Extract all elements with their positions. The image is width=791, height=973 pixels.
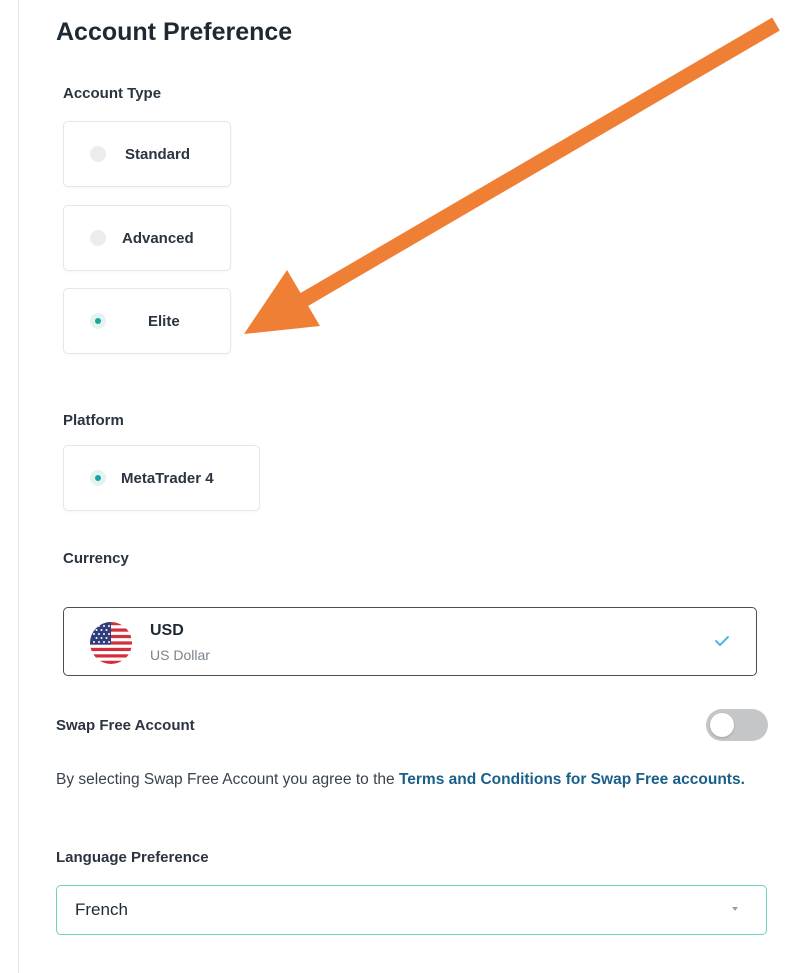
chevron-down-icon: [732, 907, 738, 911]
currency-label: Currency: [63, 550, 129, 567]
language-select[interactable]: French: [56, 885, 767, 935]
toggle-knob: [710, 713, 734, 737]
option-label: Standard: [125, 145, 191, 163]
page-title: Account Preference: [56, 18, 293, 46]
option-label: Elite: [148, 312, 180, 330]
account-type-option-advanced[interactable]: Advanced: [63, 205, 231, 271]
left-divider: [18, 0, 19, 973]
radio-metatrader4[interactable]: [90, 470, 106, 486]
account-type-option-standard[interactable]: Standard: [63, 121, 231, 187]
language-preference-label: Language Preference: [56, 849, 209, 866]
swap-free-toggle[interactable]: [706, 709, 768, 741]
check-icon: [715, 636, 729, 646]
swap-free-label: Swap Free Account: [56, 717, 195, 734]
swap-free-disclaimer: By selecting Swap Free Account you agree…: [56, 769, 776, 790]
disclaimer-text: By selecting Swap Free Account you agree…: [56, 771, 399, 788]
us-flag-icon: [90, 622, 132, 664]
language-value: French: [75, 900, 128, 919]
option-label: MetaTrader 4: [121, 469, 214, 487]
radio-standard[interactable]: [90, 146, 106, 162]
option-label: Advanced: [122, 229, 194, 247]
terms-link[interactable]: Terms and Conditions for Swap Free accou…: [399, 771, 745, 788]
radio-advanced[interactable]: [90, 230, 106, 246]
currency-select[interactable]: USD US Dollar: [63, 607, 757, 676]
currency-code: USD: [150, 622, 184, 639]
platform-label: Platform: [63, 412, 124, 429]
platform-option-metatrader4[interactable]: MetaTrader 4: [63, 445, 260, 511]
account-type-label: Account Type: [63, 85, 162, 102]
account-type-option-elite[interactable]: Elite: [63, 288, 231, 354]
radio-elite[interactable]: [90, 313, 106, 329]
currency-name: US Dollar: [150, 647, 210, 663]
